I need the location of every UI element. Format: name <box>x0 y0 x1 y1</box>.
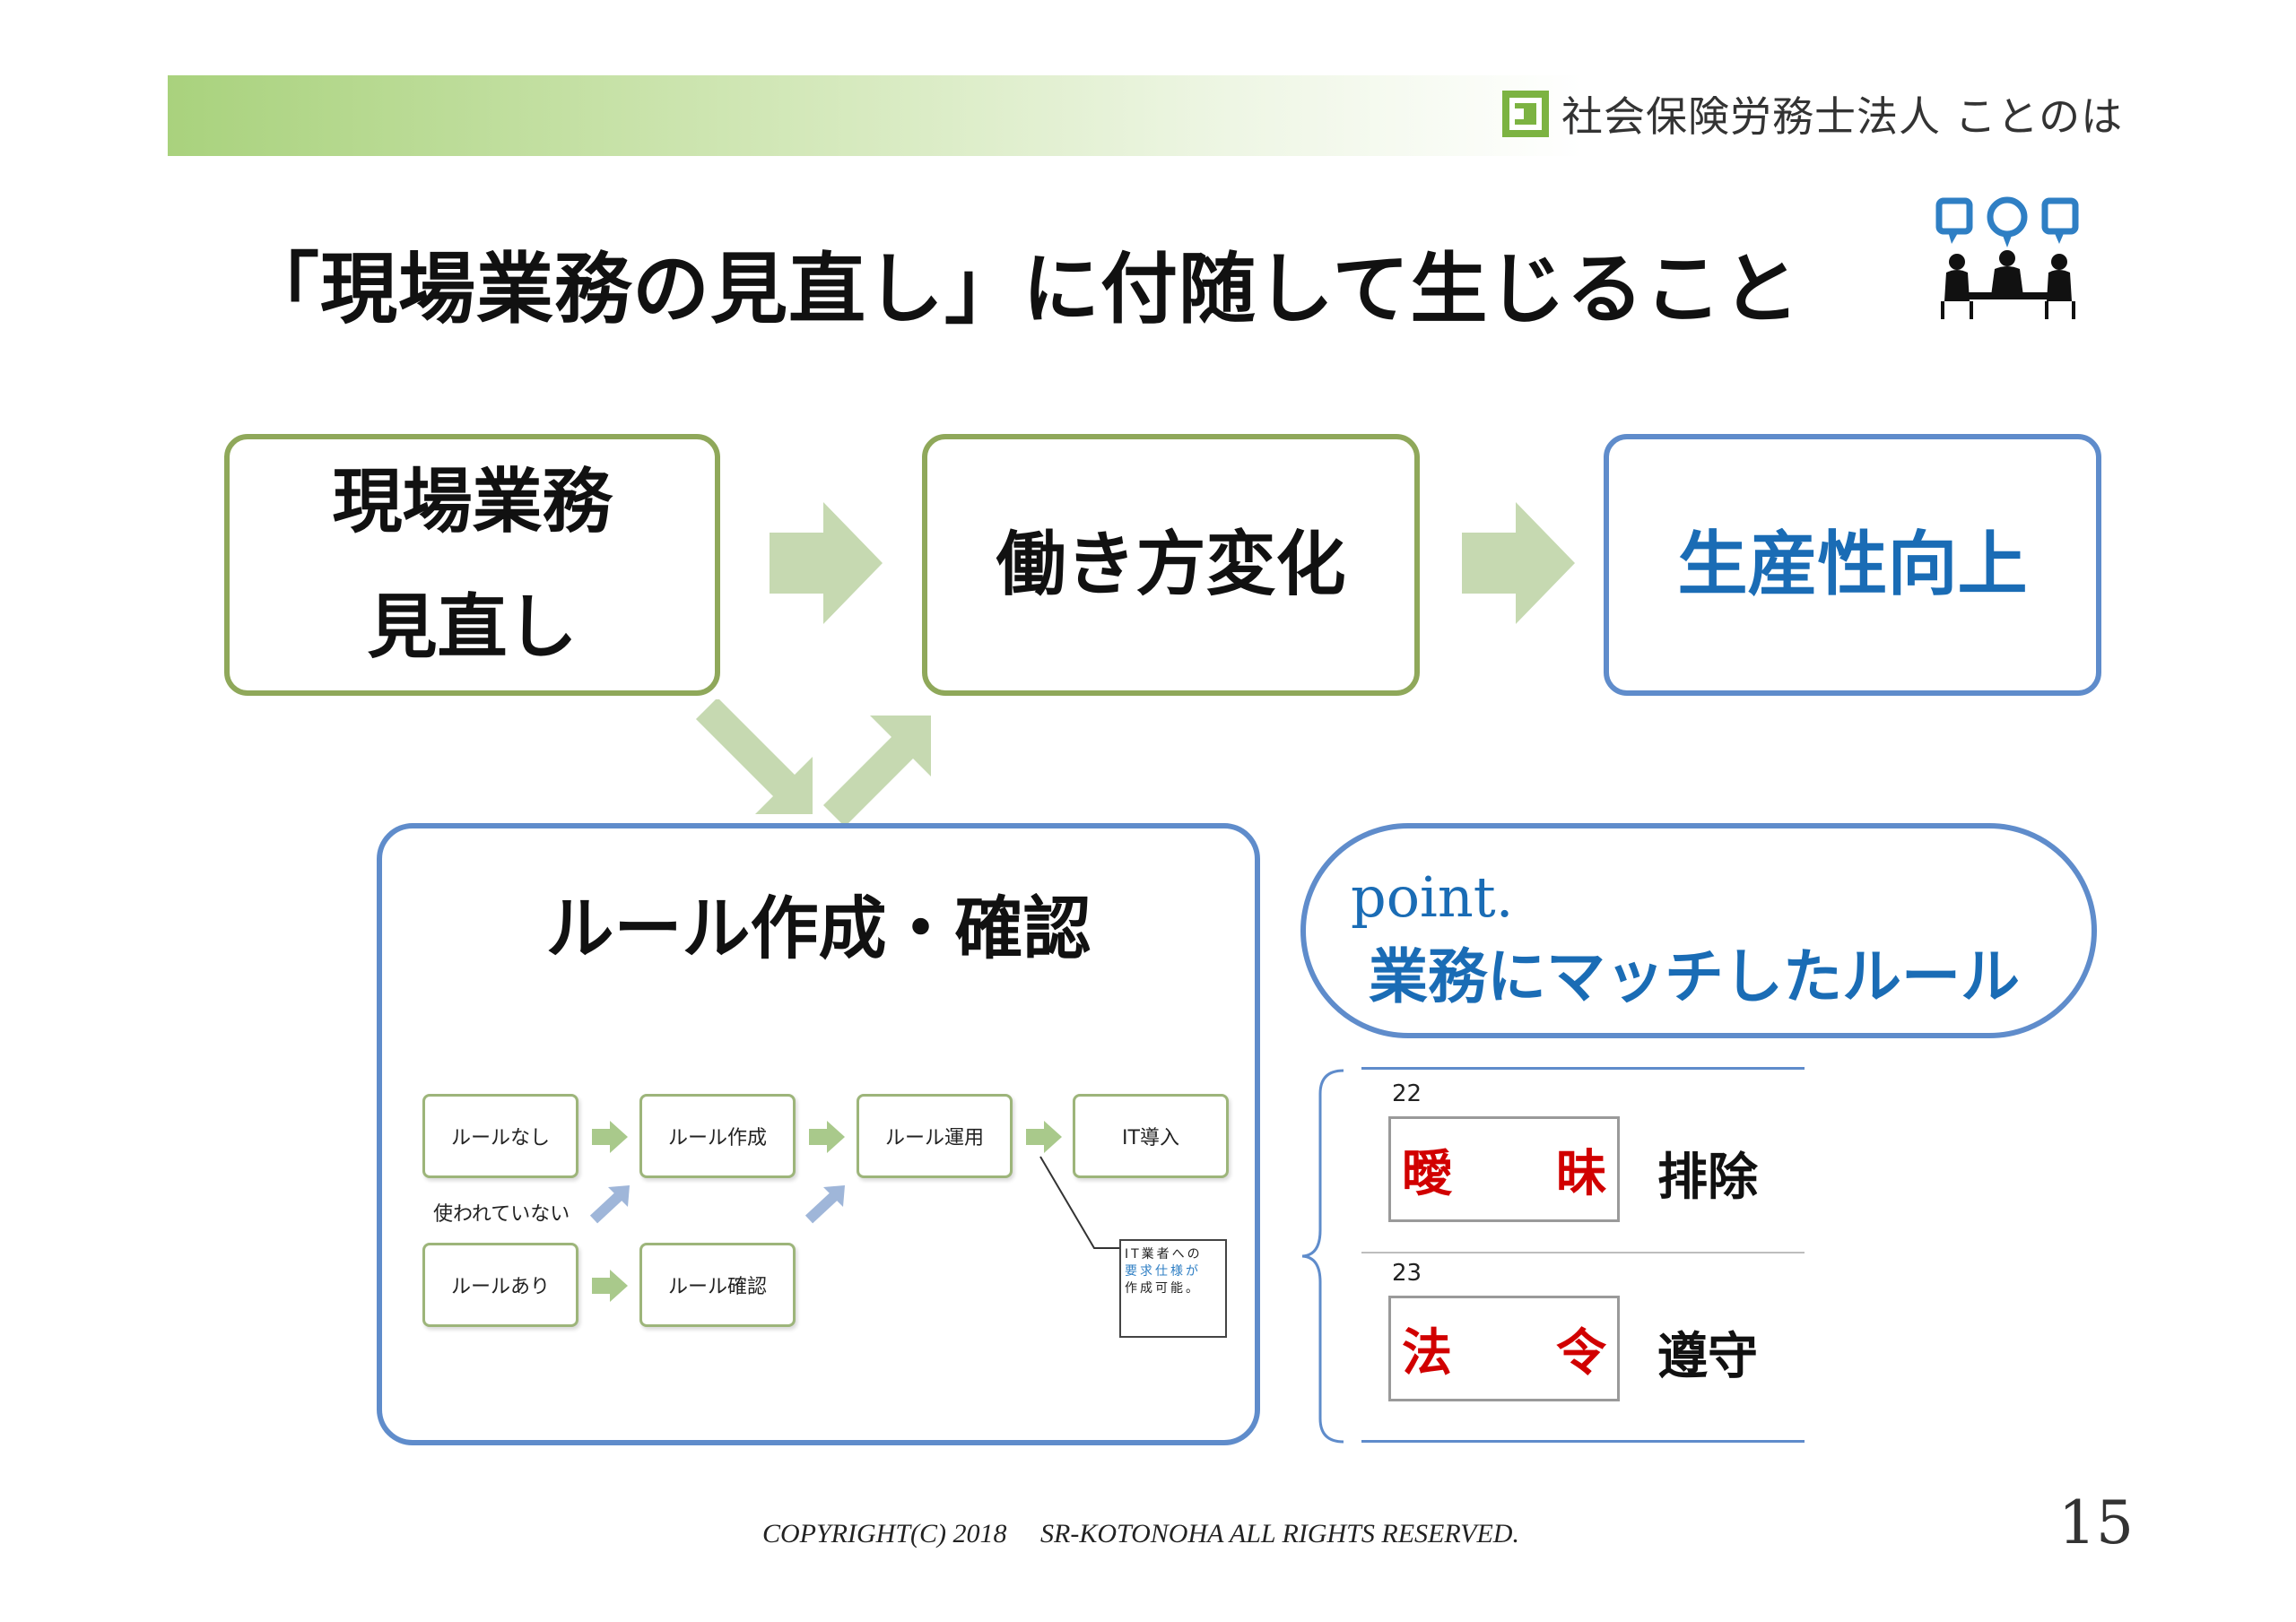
term-number: 23 <box>1392 1260 1422 1287</box>
callout-line <box>1039 1156 1119 1249</box>
arrow-right-icon <box>1462 502 1575 624</box>
meeting-people-icon <box>1928 195 2090 321</box>
mini-diagonal-arrow-icon <box>589 1185 630 1224</box>
term-char: 昧 <box>1556 1144 1606 1203</box>
term-number: 22 <box>1392 1080 1422 1107</box>
flow-step1-line2: 見直し <box>367 587 578 668</box>
page-number: 15 <box>2058 1488 2134 1557</box>
mini-arrow-icon <box>1026 1121 1062 1153</box>
flow-step3-text: 生産性向上 <box>1677 525 2028 605</box>
term-top-border <box>1361 1067 1805 1070</box>
mini-rule-confirm: ルール確認 <box>639 1243 796 1327</box>
brand: 社会保険労務士法人 ことのは <box>1502 82 2123 145</box>
rule-panel-title: ルール作成・確認 <box>545 889 1091 968</box>
mini-arrow-icon <box>592 1270 628 1302</box>
flow-step2-text: 働き方変化 <box>996 525 1346 605</box>
term-char: 曖 <box>1402 1144 1452 1203</box>
mini-arrow-icon <box>592 1121 628 1153</box>
curly-brace <box>1301 1069 1344 1444</box>
mini-rule-operate: ルール運用 <box>857 1094 1013 1178</box>
term-action: 排除 <box>1657 1149 1758 1207</box>
term-divider <box>1361 1252 1805 1253</box>
term-char: 令 <box>1556 1323 1606 1383</box>
it-note-line3: 作成可能。 <box>1125 1281 1201 1296</box>
term-action: 遵守 <box>1657 1328 1758 1386</box>
mini-rule-exists: ルールあり <box>422 1243 578 1327</box>
flow-step-workstyle-change: 働き方変化 <box>922 434 1420 696</box>
mini-rule-create: ルール作成 <box>639 1094 796 1178</box>
slide-title: 「現場業務の見直し」に付随して生じること <box>242 245 1801 334</box>
header-bar <box>168 75 1585 156</box>
it-note-callout: IT業者への 要求仕様が 作成可能。 <box>1119 1239 1227 1338</box>
mini-diagonal-arrow-icon <box>804 1185 845 1224</box>
flow-step-productivity: 生産性向上 <box>1604 434 2101 696</box>
rule-panel: ルール作成・確認 ルールなし ルール作成 ルール運用 IT導入 使われていない … <box>377 823 1260 1445</box>
term-box-ambiguity: 曖 昧 <box>1388 1116 1620 1222</box>
copyright: COPYRIGHT(C) 2018 SR-KOTONOHA ALL RIGHTS… <box>762 1519 1519 1548</box>
brand-name: 社会保険労務士法人 ことのは <box>1561 92 2124 141</box>
diagonal-arrows-icon <box>695 699 931 825</box>
point-callout: point. 業務にマッチしたルール <box>1300 823 2097 1038</box>
arrow-right-icon <box>770 502 883 624</box>
point-label: point. <box>1351 864 1514 930</box>
term-char: 法 <box>1402 1323 1452 1383</box>
term-bottom-border <box>1361 1440 1805 1443</box>
flow-step1-line1: 現場業務 <box>332 462 613 542</box>
it-note-line2: 要求仕様が <box>1125 1264 1201 1279</box>
kotonoha-logo-icon <box>1502 91 1549 137</box>
mini-rule-none: ルールなし <box>422 1094 578 1178</box>
flow-step-field-review: 現場業務 見直し <box>224 434 720 696</box>
it-note-line1: IT業者への <box>1125 1247 1203 1262</box>
term-box-law: 法 令 <box>1388 1296 1620 1401</box>
mini-arrow-icon <box>809 1121 845 1153</box>
point-text: 業務にマッチしたルール <box>1369 942 2020 1011</box>
mini-unused-label: 使われていない <box>433 1203 570 1226</box>
